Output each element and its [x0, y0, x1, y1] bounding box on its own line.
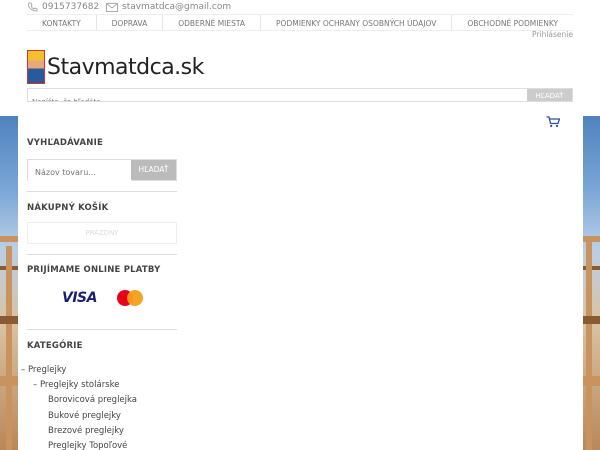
category-item[interactable]: Brezové preglejky — [21, 424, 181, 439]
nav-odberne-miesta[interactable]: ODBERNÉ MIESTA — [163, 15, 262, 30]
product-search-button[interactable]: HĽADAŤ — [131, 160, 176, 180]
mastercard-logo — [117, 290, 143, 306]
site-logo[interactable]: Stavmatdca.sk — [27, 50, 204, 84]
nav-kontakty[interactable]: KONTAKTY — [27, 15, 97, 30]
nav-obchodne-podmienky[interactable]: OBCHODNÉ PODMIENKY — [452, 15, 573, 30]
mail-icon — [106, 2, 118, 12]
category-item[interactable]: Preglejky Topoľové — [21, 439, 181, 450]
login-link[interactable]: Prihlásenie — [532, 30, 573, 39]
phone-number: 0915737682 — [42, 2, 100, 12]
logo-worker-icon — [27, 50, 45, 84]
header-search: HĽADAŤ — [27, 88, 573, 102]
cart-status[interactable]: PRÁZDNY — [27, 222, 177, 244]
category-item[interactable]: Borovicová preglejka — [21, 393, 181, 408]
header: 0915737682 stavmatdca@gmail.com KONTAKTY… — [0, 0, 600, 116]
top-nav: KONTAKTY DOPRAVA ODBERNÉ MIESTA PODMIENK… — [27, 14, 573, 31]
header-search-button[interactable]: HĽADAŤ — [527, 89, 572, 101]
nav-doprava[interactable]: DOPRAVA — [97, 15, 164, 30]
visa-logo: VISA — [62, 290, 97, 306]
divider — [27, 191, 177, 192]
category-item[interactable]: – Preglejky — [21, 363, 181, 378]
divider — [27, 254, 177, 255]
cart-title: NÁKUPNÝ KOŠÍK — [27, 203, 109, 213]
sidebar: VYHĽADÁVANIE HĽADAŤ NÁKUPNÝ KOŠÍK PRÁZDN… — [18, 116, 187, 450]
category-list: – Preglejky – Preglejky stolárske Borovi… — [21, 363, 181, 450]
nav-ochrana-udajov[interactable]: PODMIENKY OCHRANY OSOBNÝCH ÚDAJOV — [261, 15, 453, 30]
logo-text: Stavmatdca.sk — [47, 54, 204, 80]
phone-contact[interactable]: 0915737682 — [27, 2, 99, 12]
email-contact[interactable]: stavmatdca@gmail.com — [106, 2, 231, 12]
cart-icon[interactable] — [546, 116, 560, 128]
header-search-input[interactable] — [28, 96, 528, 101]
phone-icon — [28, 2, 38, 12]
category-item[interactable]: Bukové preglejky — [21, 409, 181, 424]
category-item[interactable]: – Preglejky stolárske — [21, 378, 181, 393]
payments-title: PRIJÍMAME ONLINE PLATBY — [27, 265, 161, 275]
sidebar-search: HĽADAŤ — [27, 159, 177, 183]
categories-title: KATEGÓRIE — [27, 341, 83, 351]
product-search-input[interactable] — [28, 162, 132, 183]
search-title: VYHĽADÁVANIE — [27, 138, 103, 148]
main-content — [187, 116, 583, 450]
email-address: stavmatdca@gmail.com — [122, 2, 232, 12]
divider — [27, 329, 177, 330]
